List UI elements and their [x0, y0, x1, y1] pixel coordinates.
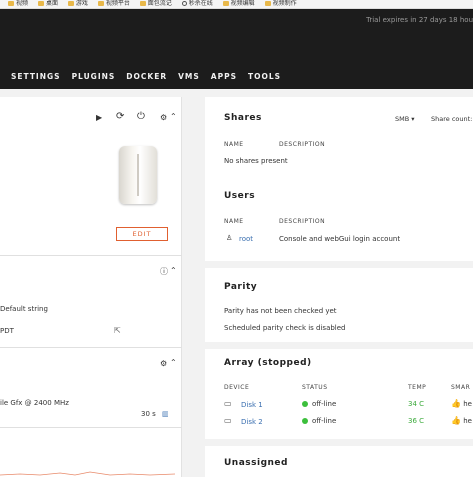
motherboard-info: Default string [0, 305, 48, 313]
main-nav: SETTINGS PLUGINS DOCKER VMS APPS TOOLS [0, 72, 281, 84]
array-card: Array (stopped) DEVICE STATUS TEMP SMAR … [205, 349, 473, 439]
nav-plugins[interactable]: PLUGINS [72, 72, 116, 84]
divider [0, 427, 182, 428]
top-header: Trial expires in 27 days 18 hou SETTINGS… [0, 9, 473, 89]
parity-schedule: Scheduled parity check is disabled [224, 324, 346, 332]
nav-settings[interactable]: SETTINGS [11, 72, 61, 84]
timezone-info: PDT [0, 327, 14, 335]
folder-icon [37, 1, 44, 6]
col-description: DESCRIPTION [279, 218, 326, 225]
array-title: Array (stopped) [224, 358, 312, 368]
thumbs-up-icon: 👍 [451, 399, 461, 408]
mouse-cursor-icon: ⇱ [114, 326, 121, 335]
cpu-info: ile Gfx @ 2400 MHz [0, 399, 69, 407]
chevron-up-icon[interactable]: ⌃ [170, 266, 177, 276]
status-online-dot [302, 418, 308, 424]
unassigned-card: Unassigned [205, 446, 473, 477]
disk-icon: ▭ [224, 399, 232, 408]
info-icon[interactable]: ⓘ [160, 267, 168, 277]
disk-smart: 👍 he [451, 416, 472, 425]
bookmark-item[interactable]: 秒杀在线 [181, 0, 213, 8]
bookmark-item[interactable]: 视频 [8, 0, 28, 8]
shares-title: Shares [224, 113, 262, 123]
divider [0, 347, 182, 348]
parity-status: Parity has not been checked yet [224, 307, 337, 315]
bookmark-item[interactable]: 视频平台 [97, 0, 130, 8]
bookmark-item[interactable]: 视频制作 [264, 0, 297, 8]
gear-icon[interactable]: ⚙ [160, 359, 167, 369]
status-online-dot [302, 401, 308, 407]
disk-status: off-line [302, 417, 336, 425]
disk-temp: 36 C [408, 417, 425, 425]
chevron-up-icon[interactable]: ⌃ [170, 112, 177, 122]
folder-icon [139, 1, 146, 6]
power-icon[interactable]: ⏻ [137, 112, 145, 122]
bookmark-item[interactable]: 视频编辑 [222, 0, 255, 8]
nav-docker[interactable]: DOCKER [126, 72, 167, 84]
col-status: STATUS [302, 384, 328, 391]
col-device: DEVICE [224, 384, 250, 391]
share-count-label: Share count: [431, 115, 473, 123]
folder-icon [67, 1, 74, 6]
divider [0, 255, 182, 256]
shares-card: Shares SMB ▾ Share count: NAME DESCRIPTI… [205, 97, 473, 261]
play-icon[interactable]: ▶ [96, 113, 102, 123]
col-temp: TEMP [408, 384, 427, 391]
user-icon: ♙ [226, 234, 233, 242]
disk-link[interactable]: Disk 1 [241, 401, 263, 409]
folder-icon [8, 1, 14, 6]
disk-link[interactable]: Disk 2 [241, 418, 263, 426]
folder-icon [97, 1, 104, 6]
nav-apps[interactable]: APPS [211, 72, 237, 84]
col-name: NAME [224, 218, 244, 225]
col-smart: SMAR [451, 384, 471, 391]
disk-icon: ▭ [224, 416, 232, 425]
parity-title: Parity [224, 282, 258, 292]
col-description: DESCRIPTION [279, 141, 326, 148]
shares-empty: No shares present [224, 157, 288, 165]
disk-temp: 34 C [408, 400, 425, 408]
bookmark-item[interactable]: 桌面 [37, 0, 58, 8]
folder-icon [264, 1, 271, 6]
cpu-sparkline [0, 471, 175, 476]
folder-icon [222, 1, 229, 6]
protocol-select[interactable]: SMB ▾ [395, 115, 415, 123]
gear-icon[interactable]: ⚙ [160, 113, 167, 123]
globe-icon [181, 1, 187, 6]
user-name-link[interactable]: root [239, 235, 253, 243]
parity-card: Parity Parity has not been checked yet S… [205, 268, 473, 342]
server-image [119, 146, 157, 204]
unassigned-title: Unassigned [224, 458, 288, 468]
bookmark-item[interactable]: 面包流记 [139, 0, 172, 8]
nav-tools[interactable]: TOOLS [248, 72, 281, 84]
right-column: Shares SMB ▾ Share count: NAME DESCRIPTI… [205, 97, 473, 477]
chart-icon[interactable]: ▥ [162, 409, 169, 419]
disk-status: off-line [302, 400, 336, 408]
reload-icon[interactable]: ⟳ [116, 112, 124, 122]
edit-button[interactable]: EDIT [116, 227, 168, 241]
users-title: Users [224, 191, 256, 201]
bookmarks-bar: 视频 桌面 游戏 视频平台 面包流记 秒杀在线 视频编辑 视频制作 [0, 0, 473, 9]
nav-vms[interactable]: VMS [178, 72, 200, 84]
chevron-up-icon[interactable]: ⌃ [170, 358, 177, 368]
thumbs-up-icon: 👍 [451, 416, 461, 425]
col-name: NAME [224, 141, 244, 148]
trial-notice: Trial expires in 27 days 18 hou [366, 16, 473, 24]
user-description: Console and webGui login account [279, 235, 401, 243]
left-column: ▶ ⟳ ⏻ ⚙ ⌃ EDIT ⓘ ⌃ Default string PDT ⇱ … [0, 97, 182, 477]
bookmark-item[interactable]: 游戏 [67, 0, 88, 8]
disk-smart: 👍 he [451, 399, 472, 408]
refresh-interval[interactable]: 30 s [141, 410, 156, 418]
dashboard-content: ▶ ⟳ ⏻ ⚙ ⌃ EDIT ⓘ ⌃ Default string PDT ⇱ … [0, 89, 473, 477]
